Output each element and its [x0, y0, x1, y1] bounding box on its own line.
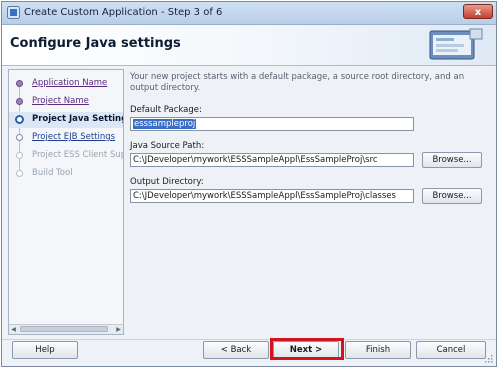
steps-panel: Application Name Project Name Project Ja…	[8, 69, 124, 335]
default-package-input[interactable]: esssampleproj	[130, 117, 414, 131]
default-package-label: Default Package:	[130, 105, 202, 115]
dialog-window: Create Custom Application - Step 3 of 6 …	[1, 1, 497, 367]
browse-source-button[interactable]: Browse...	[422, 152, 482, 168]
step-disabled-icon	[16, 152, 23, 159]
next-button-highlight	[270, 338, 344, 360]
step-label: Project Java Settings	[32, 114, 124, 124]
app-icon	[7, 6, 20, 19]
step-build-tool: Build Tool	[9, 166, 123, 182]
close-button[interactable]: x	[463, 4, 493, 19]
step-project-ess-client-support: Project ESS Client Support	[9, 148, 123, 164]
java-source-path-input[interactable]: C:\JDeveloper\mywork\ESSSampleAppl\EssSa…	[130, 153, 414, 167]
scrollbar-thumb[interactable]	[20, 326, 108, 332]
intro-text: Your new project starts with a default p…	[130, 72, 465, 93]
window-title: Create Custom Application - Step 3 of 6	[24, 7, 223, 18]
step-complete-icon	[16, 98, 23, 105]
title-bar[interactable]: Create Custom Application - Step 3 of 6 …	[2, 2, 496, 25]
scroll-left-icon[interactable]: ◀	[9, 325, 18, 334]
step-label: Project ESS Client Support	[32, 150, 123, 160]
step-complete-icon	[16, 80, 23, 87]
close-icon: x	[474, 7, 482, 18]
step-project-ejb-settings[interactable]: Project EJB Settings	[9, 130, 123, 146]
output-directory-value: C:\JDeveloper\mywork\ESSSampleAppl\EssSa…	[133, 191, 396, 201]
back-button[interactable]: < Back	[203, 341, 269, 359]
output-directory-input[interactable]: C:\JDeveloper\mywork\ESSSampleAppl\EssSa…	[130, 189, 414, 203]
java-source-path-value: C:\JDeveloper\mywork\ESSSampleAppl\EssSa…	[133, 155, 378, 165]
step-project-java-settings[interactable]: Project Java Settings	[9, 112, 124, 128]
step-pending-icon	[16, 134, 23, 141]
wizard-header: Configure Java settings	[2, 25, 496, 66]
step-application-name[interactable]: Application Name	[9, 76, 123, 92]
step-current-icon	[15, 115, 24, 124]
java-source-path-label: Java Source Path:	[130, 141, 205, 151]
settings-form: Your new project starts with a default p…	[128, 69, 490, 335]
step-label: Build Tool	[32, 168, 73, 178]
scroll-right-icon[interactable]: ▶	[114, 325, 123, 334]
finish-button[interactable]: Finish	[345, 341, 411, 359]
step-label: Project EJB Settings	[32, 132, 116, 142]
cancel-button[interactable]: Cancel	[416, 341, 486, 359]
footer-divider	[2, 339, 496, 340]
browse-output-button[interactable]: Browse...	[422, 188, 482, 204]
steps-horizontal-scrollbar[interactable]: ◀ ▶	[9, 324, 123, 334]
wizard-graphic-icon	[429, 28, 483, 60]
resize-grip-icon[interactable]	[485, 355, 493, 363]
help-button[interactable]: Help	[12, 341, 78, 359]
step-project-name[interactable]: Project Name	[9, 94, 123, 110]
page-title: Configure Java settings	[10, 36, 181, 51]
step-label: Project Name	[32, 96, 89, 106]
step-disabled-icon	[16, 170, 23, 177]
default-package-value: esssampleproj	[133, 119, 197, 129]
step-label: Application Name	[32, 78, 108, 88]
output-directory-label: Output Directory:	[130, 177, 204, 187]
